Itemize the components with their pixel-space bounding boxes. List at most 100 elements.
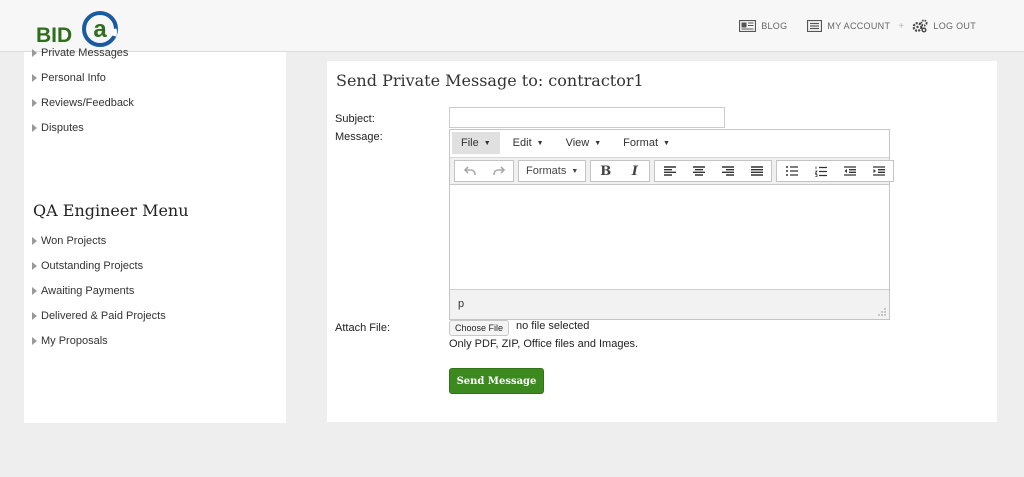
menu-file[interactable]: File ▼ [452,132,500,154]
undo-icon [463,166,476,175]
sidebar-item-delivered-paid[interactable]: Delivered & Paid Projects [32,310,166,322]
logo-at-icon: a [82,11,118,47]
subject-input[interactable] [449,107,725,128]
caret-down-icon: ▼ [483,139,491,147]
text-style-group: B I [590,160,651,182]
sidebar-item-label: My Proposals [41,335,108,347]
bold-button[interactable]: B [591,161,620,181]
bullet-list-icon [785,166,798,176]
sidebar-item-label: Personal Info [41,72,106,84]
sidebar-item-label: Awaiting Payments [41,285,135,297]
formats-dropdown[interactable]: Formats ▼ [519,161,585,181]
newspaper-icon [739,20,757,32]
sidebar-item-personal-info[interactable]: Personal Info [32,72,106,84]
sidebar-item-private-messages[interactable]: Private Messages [32,47,128,59]
bullet-list-button[interactable] [777,161,806,181]
element-path[interactable]: p [458,298,464,310]
triangle-right-icon [32,124,37,132]
align-center-icon [692,166,705,176]
formats-group: Formats ▼ [518,160,587,182]
attach-file-label: Attach File: [335,322,391,334]
triangle-right-icon [32,99,37,107]
menu-view[interactable]: View ▼ [557,132,611,154]
justify-button[interactable] [742,161,771,181]
align-right-button[interactable] [713,161,742,181]
triangle-right-icon [32,237,37,245]
sidebar-menu-heading: QA Engineer Menu [33,201,189,220]
triangle-right-icon [32,74,37,82]
numbered-list-icon [814,166,827,177]
italic-button[interactable]: I [620,161,649,181]
logo-mark: a [93,16,107,43]
sidebar-item-my-proposals[interactable]: My Proposals [32,335,108,347]
menu-edit[interactable]: Edit ▼ [504,132,553,154]
triangle-right-icon [32,312,37,320]
align-right-icon [721,166,734,176]
nav-separator: + [898,20,905,32]
editor-statusbar: p [450,289,889,319]
triangle-right-icon [32,287,37,295]
nav-blog[interactable]: BLOG [739,20,787,32]
align-center-button[interactable] [684,161,713,181]
sidebar-item-won-projects[interactable]: Won Projects [32,235,106,247]
editor-toolbar: Formats ▼ B I [450,157,895,185]
history-group [454,160,514,182]
nav-blog-label: BLOG [761,21,788,31]
subject-label: Subject: [335,113,375,125]
redo-icon [492,166,505,175]
list-box-icon [807,20,823,32]
message-label: Message: [335,131,383,143]
redo-button[interactable] [484,161,513,181]
triangle-right-icon [32,262,37,270]
send-message-button[interactable]: Send Message [449,368,544,394]
formats-label: Formats [526,165,567,177]
file-type-hint: Only PDF, ZIP, Office files and Images. [449,338,639,350]
caret-down-icon: ▼ [663,139,670,147]
sidebar-item-outstanding-projects[interactable]: Outstanding Projects [32,260,143,272]
sidebar-item-reviews-feedback[interactable]: Reviews/Feedback [32,97,134,109]
menu-edit-label: Edit [512,137,532,149]
page-title: Send Private Message to: contractor1 [336,71,644,90]
caret-down-icon: ▼ [594,139,602,147]
nav-my-account[interactable]: MY ACCOUNT [807,20,890,32]
editor-menubar: File ▼ Edit ▼ View ▼ Format ▼ [450,130,889,156]
align-left-icon [663,166,676,176]
align-left-button[interactable] [655,161,684,181]
nav-log-out[interactable]: LOG OUT [912,19,976,33]
message-form-panel: Send Private Message to: contractor1 Sub… [327,61,997,422]
nav-account-label: MY ACCOUNT [827,21,891,31]
top-nav: BLOG MY ACCOUNT + LOG OUT [719,19,976,33]
undo-button[interactable] [455,161,484,181]
menu-view-label: View [565,137,590,149]
editor-content-area[interactable] [450,186,889,289]
justify-icon [750,166,763,176]
top-header: BID a BLOG MY ACCOUNT + LOG OUT [0,0,1024,52]
sidebar-item-disputes[interactable]: Disputes [32,122,84,134]
numbered-list-button[interactable] [806,161,835,181]
indent-button[interactable] [864,161,893,181]
bida-logo[interactable]: BID a [34,10,124,48]
menu-file-label: File [461,137,479,149]
sidebar-item-label: Private Messages [41,47,129,59]
sidebar-item-label: Disputes [41,122,84,134]
indent-icon [872,166,885,176]
resize-handle-icon[interactable] [878,308,886,316]
sidebar-item-awaiting-payments[interactable]: Awaiting Payments [32,285,134,297]
file-status-text: no file selected [516,320,590,332]
caret-down-icon: ▼ [536,139,544,147]
sidebar-item-label: Won Projects [41,235,107,247]
alignment-group [654,160,773,182]
caret-down-icon: ▼ [571,167,579,175]
list-group [776,160,895,182]
menu-format[interactable]: Format ▼ [614,132,679,154]
sidebar-item-label: Outstanding Projects [41,260,144,272]
outdent-button[interactable] [835,161,864,181]
gears-icon [912,19,928,33]
logo-text: BID [36,24,73,47]
sidebar-item-label: Reviews/Feedback [41,97,134,109]
menu-format-label: Format [623,137,659,149]
triangle-right-icon [32,49,37,57]
choose-file-button[interactable]: Choose File [449,320,510,336]
sidebar: Private Messages Personal Info Reviews/F… [24,47,286,423]
message-editor: File ▼ Edit ▼ View ▼ Format ▼ Formats ▼ … [449,129,895,320]
